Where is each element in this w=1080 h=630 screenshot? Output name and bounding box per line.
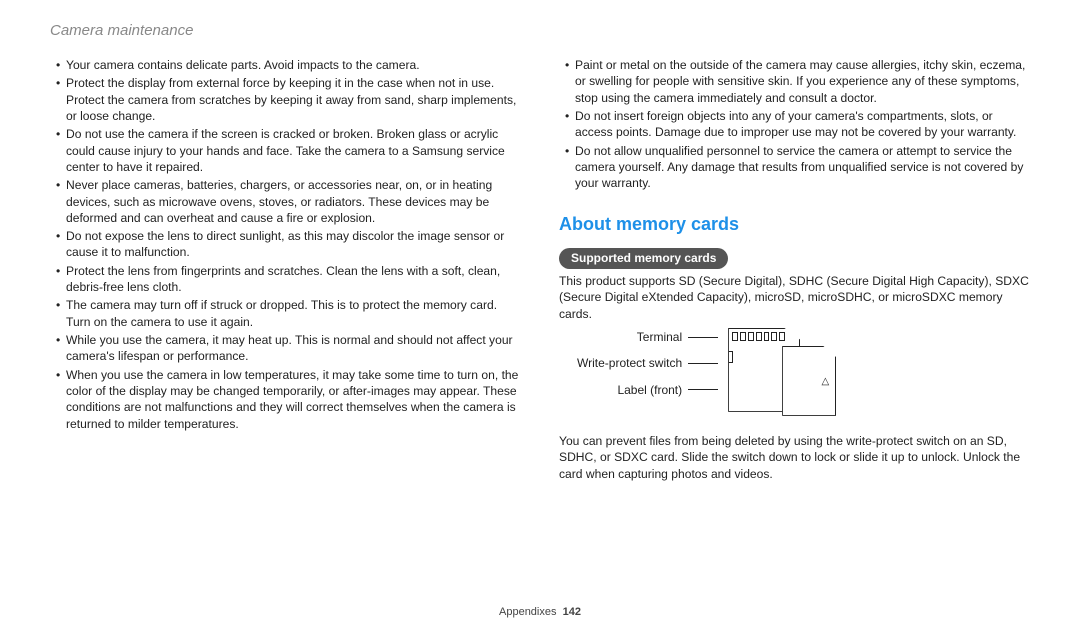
page-number: 142 [563, 606, 581, 618]
label-text: Write-protect switch [577, 356, 682, 370]
bullet-item: Do not expose the lens to direct sunligh… [56, 228, 521, 261]
left-bullet-list: Your camera contains delicate parts. Avo… [50, 57, 521, 432]
leader-line [688, 337, 718, 338]
diagram-label-front: Label (front) [577, 383, 718, 397]
page-root: Camera maintenance Your camera contains … [0, 0, 1080, 630]
bullet-item: The camera may turn off if struck or dro… [56, 297, 521, 330]
sd-card-illustration: △ [728, 328, 868, 423]
bullet-item: When you use the camera in low temperatu… [56, 367, 521, 432]
bullet-item: Never place cameras, batteries, chargers… [56, 177, 521, 226]
arrow-up-icon: △ [821, 375, 829, 389]
diagram-label-terminal: Terminal [577, 330, 718, 344]
bullet-item: Do not allow unqualified personnel to se… [565, 143, 1030, 192]
bullet-item: While you use the camera, it may heat up… [56, 332, 521, 365]
page-footer: Appendixes 142 [0, 606, 1080, 618]
subsection-pill-supported: Supported memory cards [559, 248, 728, 269]
content-columns: Your camera contains delicate parts. Avo… [50, 57, 1030, 488]
sd-contacts-icon [732, 332, 785, 341]
section-title-memory: About memory cards [559, 212, 1030, 236]
leader-line [688, 389, 718, 390]
sd-card-diagram: Terminal Write-protect switch Label (fro… [577, 328, 1030, 423]
bullet-item: Protect the lens from fingerprints and s… [56, 263, 521, 296]
bullet-item: Do not insert foreign objects into any o… [565, 108, 1030, 141]
diagram-label-wp: Write-protect switch [577, 356, 718, 370]
right-column: Paint or metal on the outside of the cam… [559, 57, 1030, 488]
bullet-item: Do not use the camera if the screen is c… [56, 126, 521, 175]
write-protect-switch-icon [728, 351, 733, 363]
memory-footer-paragraph: You can prevent files from being deleted… [559, 433, 1030, 482]
right-bullet-list: Paint or metal on the outside of the cam… [559, 57, 1030, 192]
page-header: Camera maintenance [50, 22, 1030, 39]
sd-card-front-icon: △ [782, 346, 836, 416]
label-text: Label (front) [617, 383, 682, 397]
footer-section: Appendixes [499, 606, 557, 618]
bullet-item: Protect the display from external force … [56, 75, 521, 124]
bullet-item: Your camera contains delicate parts. Avo… [56, 57, 521, 73]
label-text: Terminal [637, 330, 682, 344]
memory-intro-paragraph: This product supports SD (Secure Digital… [559, 273, 1030, 322]
left-column: Your camera contains delicate parts. Avo… [50, 57, 521, 488]
leader-line [688, 363, 718, 364]
diagram-labels: Terminal Write-protect switch Label (fro… [577, 328, 718, 397]
bullet-item: Paint or metal on the outside of the cam… [565, 57, 1030, 106]
